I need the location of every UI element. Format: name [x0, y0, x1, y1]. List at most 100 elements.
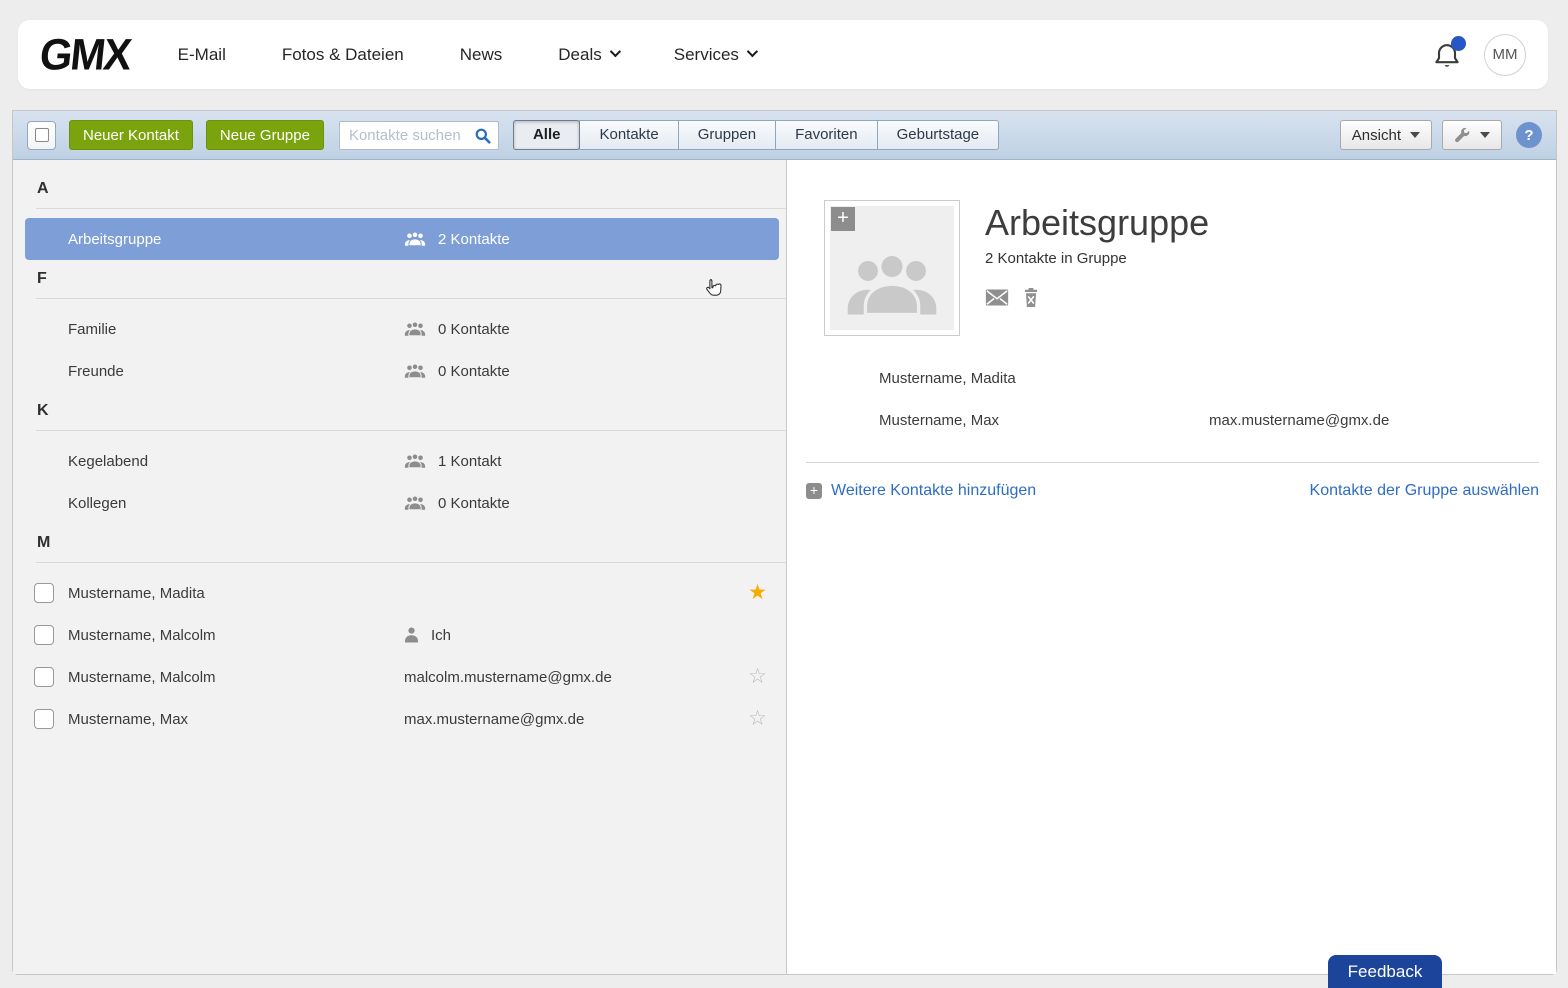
new-contact-button[interactable]: Neuer Kontakt — [69, 120, 193, 150]
group-name: Kollegen — [68, 494, 127, 512]
group-links: + Weitere Kontakte hinzufügen Kontakte d… — [806, 482, 1539, 500]
tab-geburtstage[interactable]: Geburtstage — [876, 120, 1000, 150]
group-icon — [404, 453, 426, 469]
list-item-contact-max[interactable]: Mustername, Max max.mustername@gmx.de ☆ — [13, 698, 786, 740]
member-name: Mustername, Max — [879, 411, 1000, 429]
section-f: F Familie 0 Kontakte Freunde 0 Kontakte — [13, 260, 786, 392]
contact-checkbox[interactable] — [34, 709, 54, 729]
group-count: 0 Kontakte — [438, 494, 510, 512]
chevron-down-icon — [746, 45, 758, 58]
nav-item-news[interactable]: News — [460, 45, 503, 65]
caret-down-icon — [1480, 132, 1490, 138]
favorite-star-icon[interactable]: ☆ — [748, 708, 767, 729]
contact-name: Mustername, Malcolm — [68, 668, 216, 686]
contacts-toolbar: Neuer Kontakt Neue Gruppe Alle Kontakte … — [13, 111, 1556, 160]
select-all-checkbox[interactable] — [27, 120, 56, 150]
list-item-contact-malcolm-ich[interactable]: Mustername, Malcolm Ich — [13, 614, 786, 656]
list-item-contact-madita[interactable]: Mustername, Madita ★ — [13, 572, 786, 614]
wrench-icon — [1455, 127, 1470, 142]
list-item-arbeitsgruppe[interactable]: Arbeitsgruppe 2 Kontakte — [25, 218, 779, 260]
group-title: Arbeitsgruppe — [985, 202, 1210, 243]
contact-detail: Ich — [431, 626, 452, 644]
tab-favoriten[interactable]: Favoriten — [775, 120, 878, 150]
chevron-down-icon — [609, 45, 621, 58]
member-row-max[interactable]: Mustername, Max max.mustername@gmx.de — [787, 399, 1556, 441]
add-contacts-link[interactable]: + Weitere Kontakte hinzufügen — [806, 482, 1036, 500]
section-letter: A — [37, 180, 49, 197]
tab-gruppen[interactable]: Gruppen — [677, 120, 777, 150]
help-button[interactable]: ? — [1516, 122, 1542, 148]
list-item-contact-malcolm-email[interactable]: Mustername, Malcolm malcolm.mustername@g… — [13, 656, 786, 698]
trash-icon — [1024, 288, 1038, 307]
group-count: 0 Kontakte — [438, 320, 510, 338]
favorite-star-icon[interactable]: ★ — [748, 582, 767, 603]
new-group-button[interactable]: Neue Gruppe — [205, 120, 324, 150]
group-count: 2 Kontakte — [438, 230, 510, 248]
main-nav: E-Mail Fotos & Dateien News Deals Servic… — [178, 45, 758, 65]
tab-kontakte[interactable]: Kontakte — [579, 120, 679, 150]
group-detail-pane: + Arbeitsgruppe 2 Kontakte in Gruppe Mus… — [787, 160, 1556, 974]
delete-group-button[interactable] — [1023, 288, 1039, 307]
group-name: Freunde — [68, 362, 124, 380]
view-dropdown-button[interactable]: Ansicht — [1339, 120, 1432, 150]
group-icon — [404, 231, 426, 247]
plus-icon: + — [806, 483, 822, 499]
section-letter: F — [37, 270, 47, 287]
group-actions — [985, 288, 1039, 307]
nav-item-services[interactable]: Services — [674, 45, 758, 65]
group-icon — [404, 495, 426, 511]
filter-tabs: Alle Kontakte Gruppen Favoriten Geburtst… — [512, 120, 1000, 150]
favorite-star-icon[interactable]: ☆ — [748, 666, 767, 687]
section-k: K Kegelabend 1 Kontakt Kollegen 0 Kontak… — [13, 392, 786, 524]
section-letter: M — [37, 534, 51, 551]
contact-checkbox[interactable] — [34, 667, 54, 687]
list-item-kegelabend[interactable]: Kegelabend 1 Kontakt — [13, 440, 786, 482]
group-subtitle: 2 Kontakte in Gruppe — [985, 250, 1127, 267]
add-photo-button[interactable]: + — [831, 207, 855, 231]
content-panes: A Arbeitsgruppe 2 Kontakte F Familie 0 K… — [13, 160, 1556, 974]
gmx-logo[interactable]: GMX — [37, 29, 132, 79]
contact-checkbox[interactable] — [34, 625, 54, 645]
notification-dot — [1451, 35, 1466, 51]
avatar[interactable]: MM — [1484, 33, 1526, 76]
select-group-contacts-link[interactable]: Kontakte der Gruppe auswählen — [1310, 482, 1539, 500]
nav-item-fotos[interactable]: Fotos & Dateien — [282, 45, 404, 65]
caret-down-icon — [1410, 132, 1420, 138]
group-count: 1 Kontakt — [438, 452, 502, 470]
section-m: M Mustername, Madita ★ Mustername, Malco… — [13, 524, 786, 740]
contact-checkbox[interactable] — [34, 583, 54, 603]
contact-email: malcolm.mustername@gmx.de — [404, 668, 612, 686]
contacts-app-window: Neuer Kontakt Neue Gruppe Alle Kontakte … — [12, 110, 1557, 975]
group-photo-box: + — [824, 200, 960, 336]
search-icon[interactable] — [474, 127, 492, 145]
send-mail-button[interactable] — [985, 289, 1009, 306]
feedback-button[interactable]: Feedback — [1328, 955, 1442, 988]
nav-item-email[interactable]: E-Mail — [178, 45, 226, 65]
toolbar-right: Ansicht ? — [1339, 120, 1542, 150]
group-icon — [847, 252, 937, 317]
notifications-button[interactable] — [1432, 35, 1466, 70]
group-name: Arbeitsgruppe — [68, 230, 162, 248]
group-name: Kegelabend — [68, 452, 149, 470]
contact-name: Mustername, Malcolm — [68, 626, 216, 644]
divider — [36, 430, 786, 431]
contact-name: Mustername, Max — [68, 710, 189, 728]
header-bar: GMX E-Mail Fotos & Dateien News Deals Se… — [18, 20, 1548, 89]
list-item-familie[interactable]: Familie 0 Kontakte — [13, 308, 786, 350]
person-icon — [405, 627, 418, 643]
checkbox-box — [34, 128, 49, 142]
divider — [36, 562, 786, 563]
tab-alle[interactable]: Alle — [512, 120, 581, 150]
list-item-kollegen[interactable]: Kollegen 0 Kontakte — [13, 482, 786, 524]
divider — [806, 462, 1539, 463]
section-a: A Arbeitsgruppe 2 Kontakte — [13, 170, 786, 260]
list-item-freunde[interactable]: Freunde 0 Kontakte — [13, 350, 786, 392]
section-letter: K — [37, 402, 49, 419]
member-row-madita[interactable]: Mustername, Madita — [787, 357, 1556, 399]
divider — [36, 208, 786, 209]
nav-item-deals[interactable]: Deals — [558, 45, 621, 65]
contact-name: Mustername, Madita — [68, 584, 205, 602]
group-member-list: Mustername, Madita Mustername, Max max.m… — [787, 357, 1556, 441]
settings-dropdown-button[interactable] — [1442, 120, 1502, 150]
contact-email: max.mustername@gmx.de — [404, 710, 585, 728]
